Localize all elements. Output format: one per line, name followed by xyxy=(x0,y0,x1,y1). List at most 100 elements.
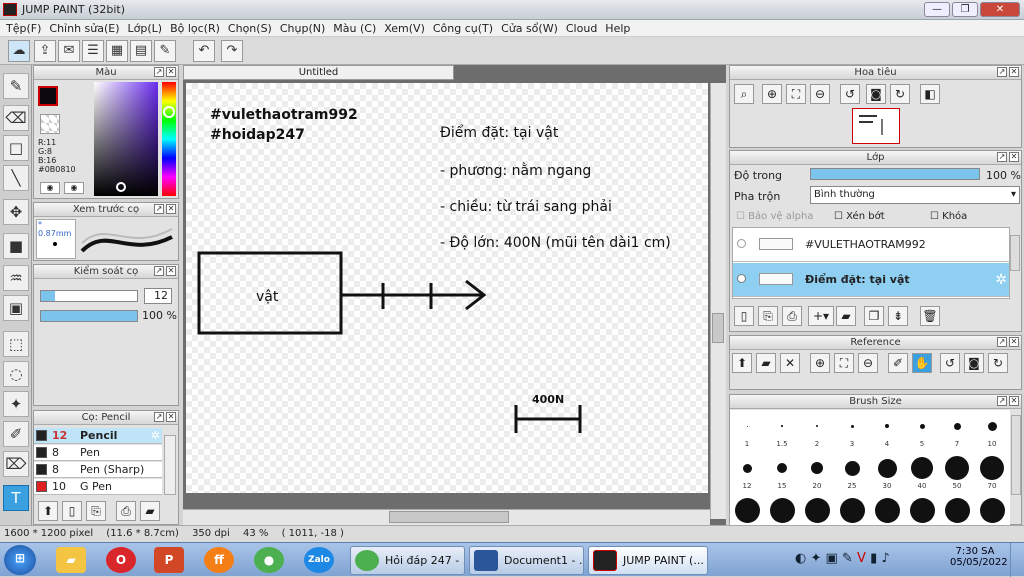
close-icon[interactable]: ✕ xyxy=(1009,396,1019,406)
firefox-icon[interactable]: ff xyxy=(204,547,234,573)
menu-layer[interactable]: Lớp(L) xyxy=(126,20,169,36)
eye-icon[interactable] xyxy=(737,274,746,283)
close-icon[interactable]: ✕ xyxy=(166,204,176,214)
brush-size-cell[interactable]: 4 xyxy=(870,410,904,450)
select-tool-icon[interactable]: ⬚ xyxy=(3,331,29,357)
copy-brush-icon[interactable]: ⎘ xyxy=(86,501,106,521)
lasso-tool-icon[interactable]: ◌ xyxy=(3,361,29,387)
eyedropper-icon[interactable]: ✐ xyxy=(888,353,908,373)
layer-list-scrollbar[interactable] xyxy=(1010,235,1020,271)
close-icon[interactable]: ✕ xyxy=(166,266,176,276)
undo-icon[interactable]: ↶ xyxy=(193,40,215,62)
save-brush-icon[interactable]: ⎙ xyxy=(116,501,136,521)
start-icon[interactable]: ⊞ xyxy=(4,545,36,575)
brush-opacity-slider[interactable] xyxy=(40,310,138,322)
actual-size-icon[interactable]: ⛶ xyxy=(786,84,806,104)
brush-size-cell[interactable]: 40 xyxy=(905,452,939,492)
main-color-swatch[interactable] xyxy=(38,86,58,106)
task-chrome[interactable]: Hỏi đáp 247 - ... xyxy=(350,546,465,575)
new-layer-icon[interactable]: ▯ xyxy=(734,306,754,326)
brush-size-cell[interactable]: 50 xyxy=(940,452,974,492)
gear-icon[interactable]: ✲ xyxy=(151,428,160,443)
ref-reset-icon[interactable]: ◙ xyxy=(964,353,984,373)
fill-rect-tool-icon[interactable]: ■ xyxy=(3,233,29,259)
menu-file[interactable]: Tệp(F) xyxy=(4,20,47,36)
tray-icon-e[interactable]: V xyxy=(857,551,866,566)
brush-item-pen[interactable]: 8 Pen xyxy=(34,445,162,461)
duplicate-layer-icon[interactable]: ❐ xyxy=(864,306,884,326)
task-word[interactable]: Document1 - ... xyxy=(469,546,584,575)
reset-rotate-icon[interactable]: ◙ xyxy=(866,84,886,104)
float-icon[interactable]: ↗ xyxy=(997,67,1007,77)
menu-view[interactable]: Xem(V) xyxy=(382,20,431,36)
close-icon[interactable]: ✕ xyxy=(166,67,176,77)
edit-icon[interactable]: ✎ xyxy=(154,40,176,62)
color-picker-cursor[interactable] xyxy=(116,182,126,192)
zoom-fit-icon[interactable]: ⌕ xyxy=(734,84,754,104)
menu-help[interactable]: Help xyxy=(603,20,636,36)
float-icon[interactable]: ↗ xyxy=(154,266,164,276)
import-reference-icon[interactable]: ⬆ xyxy=(732,353,752,373)
close-button[interactable]: ✕ xyxy=(980,2,1020,17)
minimize-button[interactable]: — xyxy=(924,2,950,17)
float-icon[interactable]: ↗ xyxy=(154,67,164,77)
ref-zoom-out-icon[interactable]: ⊖ xyxy=(858,353,878,373)
download-brush-icon[interactable]: ⬆ xyxy=(38,501,58,521)
protect-alpha-checkbox[interactable]: ☐ Bảo vệ alpha xyxy=(736,211,813,222)
canvas-horizontal-scrollbar[interactable] xyxy=(183,509,710,525)
chrome-icon[interactable]: ● xyxy=(254,547,284,573)
clock[interactable]: 7:30 SA 05/05/2022 xyxy=(950,546,1008,568)
drawing-canvas[interactable]: #vulethaotram992 #hoidap247 Điểm đặt: tạ… xyxy=(186,83,708,493)
close-icon[interactable]: ✕ xyxy=(1009,337,1019,347)
lock-checkbox[interactable]: ☐ Khóa xyxy=(930,211,967,222)
brush-size-cell[interactable]: 1 xyxy=(730,410,764,450)
close-reference-icon[interactable]: ✕ xyxy=(780,353,800,373)
tray-icon-f[interactable]: ▮ xyxy=(870,551,877,566)
float-icon[interactable]: ↗ xyxy=(154,412,164,422)
brush-size-cell[interactable]: 2 xyxy=(800,410,834,450)
open-reference-icon[interactable]: ▰ xyxy=(756,353,776,373)
navigator-thumbnail[interactable] xyxy=(852,108,900,144)
file-explorer-icon[interactable]: ▰ xyxy=(56,547,86,573)
eye-icon[interactable] xyxy=(737,239,746,248)
folder-icon[interactable]: ▰ xyxy=(836,306,856,326)
brush-item-g-pen[interactable]: 10 G Pen xyxy=(34,479,162,495)
transparent-swatch[interactable] xyxy=(40,114,60,134)
brush-size-cell[interactable]: 3 xyxy=(835,410,869,450)
tray-icon-d[interactable]: ✎ xyxy=(842,551,853,566)
brush-size-cell[interactable]: 70 xyxy=(975,452,1009,492)
vertical-scroll-thumb[interactable] xyxy=(712,313,724,343)
brush-tool-icon[interactable]: ✎ xyxy=(3,73,29,99)
tray-icon-a[interactable]: ◐ xyxy=(795,551,806,566)
clip-checkbox[interactable]: ☐ Xén bớt xyxy=(834,211,885,222)
brush-size-cell[interactable]: 30 xyxy=(870,452,904,492)
brush-size-scrollbar[interactable] xyxy=(1011,415,1021,495)
gear-icon[interactable]: ✲ xyxy=(995,263,1007,297)
blend-mode-select[interactable]: Bình thường ▾ xyxy=(810,186,1020,204)
canvas-vertical-scrollbar[interactable] xyxy=(710,83,726,519)
float-icon[interactable]: ↗ xyxy=(997,337,1007,347)
brush-size-slider[interactable] xyxy=(40,290,138,302)
menu-capture[interactable]: Chụp(N) xyxy=(278,20,331,36)
rotate-right-icon[interactable]: ↻ xyxy=(890,84,910,104)
brush-size-cell[interactable]: 5 xyxy=(905,410,939,450)
bucket-tool-icon[interactable]: ♒ xyxy=(3,265,29,291)
ref-fit-icon[interactable]: ⛶ xyxy=(834,353,854,373)
brush-size-cell[interactable]: 10 xyxy=(975,410,1009,450)
ref-rotate-right-icon[interactable]: ↻ xyxy=(988,353,1008,373)
float-icon[interactable]: ↗ xyxy=(997,152,1007,162)
layer-item-selected[interactable]: Điểm đặt: tại vật ✲ xyxy=(733,263,1009,297)
merge-layer-icon[interactable]: ⇟ xyxy=(888,306,908,326)
zoom-out-icon[interactable]: ⊖ xyxy=(810,84,830,104)
brush-size-cell[interactable]: 1.5 xyxy=(765,410,799,450)
tray-icon-c[interactable]: ▣ xyxy=(826,551,838,566)
grid-icon[interactable]: ▦ xyxy=(106,40,128,62)
brush-size-cell[interactable]: 25 xyxy=(835,452,869,492)
rotate-left-icon[interactable]: ↺ xyxy=(840,84,860,104)
document-tab[interactable]: Untitled xyxy=(183,65,454,80)
maximize-button[interactable]: ❐ xyxy=(952,2,978,17)
powerpoint-icon[interactable]: P xyxy=(154,547,184,573)
brush-list-scrollbar[interactable] xyxy=(164,435,176,495)
brush-size-cell[interactable]: 12 xyxy=(730,452,764,492)
comment-icon[interactable]: ✉ xyxy=(58,40,80,62)
